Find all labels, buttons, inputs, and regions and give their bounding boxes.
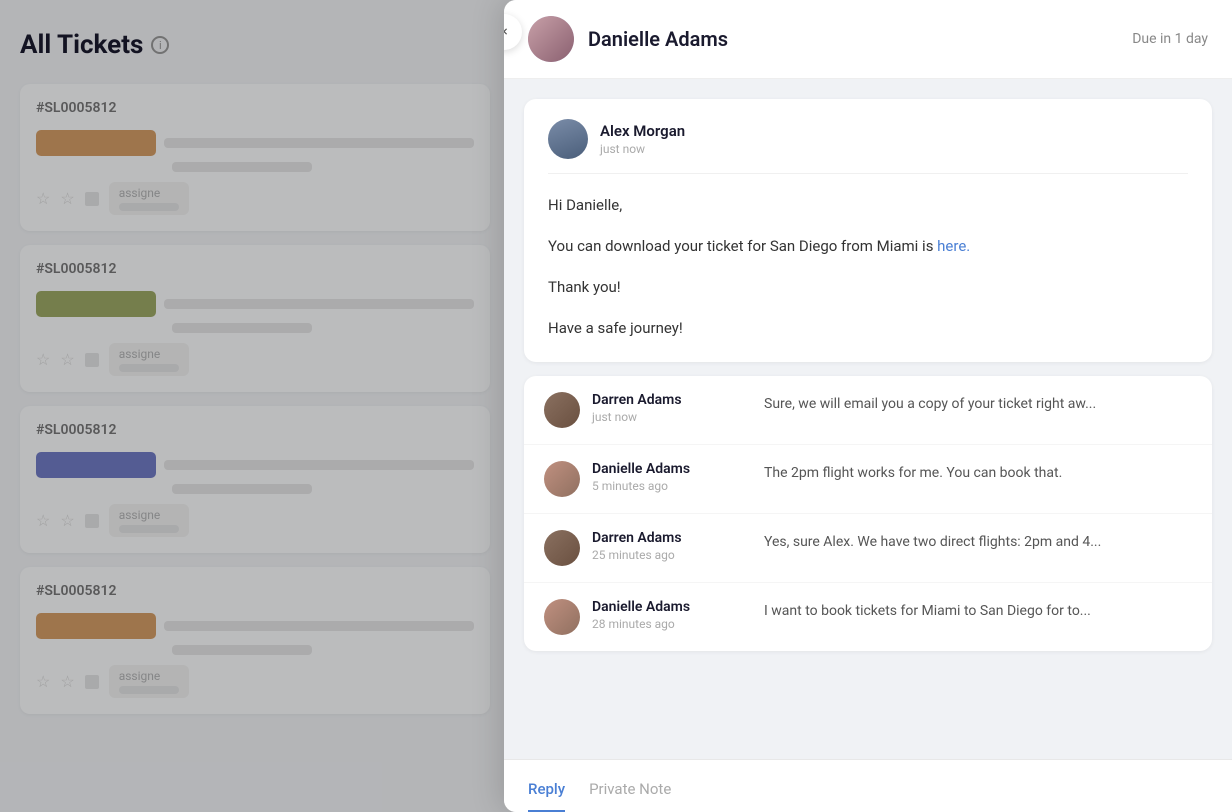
thread-timestamp: just now (592, 410, 752, 424)
contact-name: Danielle Adams (588, 27, 1118, 51)
message-timestamp: just now (600, 142, 685, 156)
danielle-avatar-img (528, 16, 574, 62)
thread-sender-name: Danielle Adams (592, 599, 752, 615)
greeting-line: Hi Danielle, (548, 192, 1188, 219)
ticket-detail-modal: × Danielle Adams Due in 1 day Alex Morga… (504, 0, 1232, 812)
thread-list: Darren Adams just now Sure, we will emai… (524, 376, 1212, 651)
modal-body: Alex Morgan just now Hi Danielle, You ca… (504, 79, 1232, 759)
thread-item[interactable]: Darren Adams just now Sure, we will emai… (524, 376, 1212, 445)
thread-item[interactable]: Danielle Adams 5 minutes ago The 2pm fli… (524, 445, 1212, 514)
main-message-card: Alex Morgan just now Hi Danielle, You ca… (524, 99, 1212, 362)
darren-avatar (544, 530, 580, 566)
body-line2: Thank you! (548, 274, 1188, 301)
body-line1: You can download your ticket for San Die… (548, 233, 1188, 260)
due-date: Due in 1 day (1132, 31, 1208, 47)
thread-preview: I want to book tickets for Miami to San … (764, 599, 1091, 622)
thread-sender-name: Darren Adams (592, 392, 752, 408)
body-line3: Have a safe journey! (548, 315, 1188, 342)
thread-sender-name: Darren Adams (592, 530, 752, 546)
message-body: Hi Danielle, You can download your ticke… (548, 192, 1188, 342)
footer-tab-private-note[interactable]: Private Note (589, 764, 671, 812)
footer-tabs: Reply Private Note (528, 760, 1208, 812)
danielle-avatar (544, 599, 580, 635)
message-sender-info: Alex Morgan just now (600, 122, 685, 156)
thread-sender-info: Darren Adams 25 minutes ago (592, 530, 752, 562)
thread-sender-info: Danielle Adams 28 minutes ago (592, 599, 752, 631)
darren-avatar (544, 392, 580, 428)
thread-preview: Yes, sure Alex. We have two direct fligh… (764, 530, 1101, 553)
sender-name: Alex Morgan (600, 122, 685, 140)
thread-preview: Sure, we will email you a copy of your t… (764, 392, 1096, 415)
message-header: Alex Morgan just now (548, 119, 1188, 174)
danielle-avatar (544, 461, 580, 497)
thread-sender-info: Danielle Adams 5 minutes ago (592, 461, 752, 493)
thread-sender-name: Danielle Adams (592, 461, 752, 477)
thread-sender-info: Darren Adams just now (592, 392, 752, 424)
modal-footer: Reply Private Note (504, 759, 1232, 812)
thread-item[interactable]: Darren Adams 25 minutes ago Yes, sure Al… (524, 514, 1212, 583)
alex-avatar (548, 119, 588, 159)
thread-timestamp: 28 minutes ago (592, 617, 752, 631)
ticket-link[interactable]: here. (937, 237, 970, 255)
avatar (528, 16, 574, 62)
thread-timestamp: 5 minutes ago (592, 479, 752, 493)
modal-header: Danielle Adams Due in 1 day (504, 0, 1232, 79)
thread-timestamp: 25 minutes ago (592, 548, 752, 562)
footer-tab-reply[interactable]: Reply (528, 764, 565, 812)
thread-item[interactable]: Danielle Adams 28 minutes ago I want to … (524, 583, 1212, 651)
thread-preview: The 2pm flight works for me. You can boo… (764, 461, 1062, 484)
